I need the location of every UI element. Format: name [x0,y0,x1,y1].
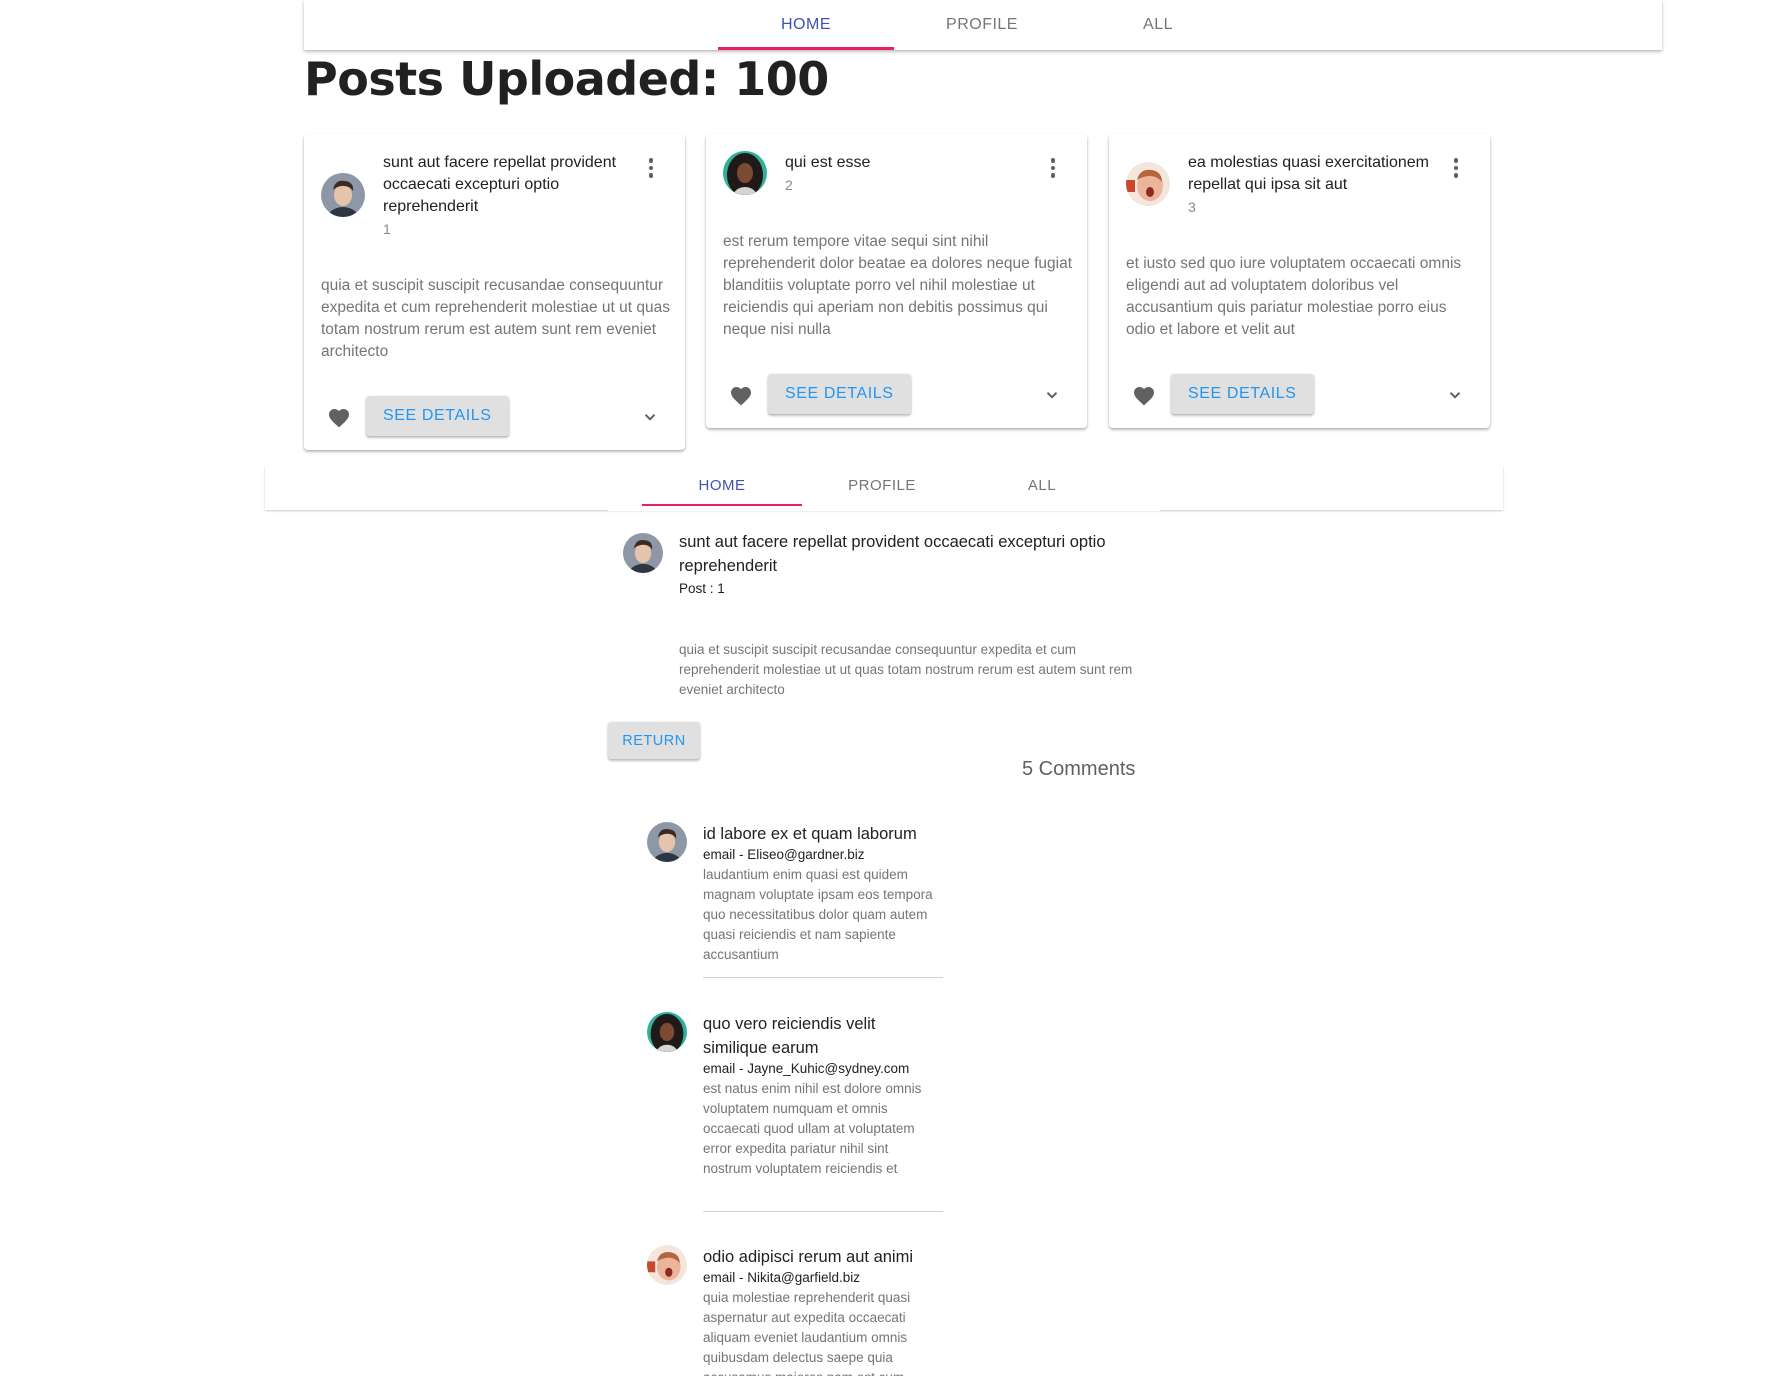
comment-body: quia molestiae reprehenderit quasi asper… [703,1290,911,1376]
tab-indicator [642,504,802,506]
post-card-3: ea molestias quasi exercitationem repell… [1109,134,1490,428]
return-button[interactable]: RETURN [608,722,700,759]
card-title-text: sunt aut facere repellat provident occae… [383,154,617,215]
chevron-down-icon[interactable] [1446,386,1464,404]
avatar-man-icon [647,822,687,862]
comment-divider [703,977,943,978]
comment-email: email - Jayne_Kuhic@sydney.com [703,1061,910,1076]
tab-indicator [718,47,894,50]
see-details-button[interactable]: SEE DETAILS [366,396,509,436]
card-title: qui est esse 2 [785,152,1030,196]
card-body: et iusto sed quo iure voluptatem occaeca… [1126,255,1462,338]
card-title: ea molestias quasi exercitationem repell… [1188,152,1433,218]
avatar-man-icon [623,533,663,573]
comment-body: est natus enim nihil est dolore omnis vo… [703,1081,922,1176]
tab-profile[interactable]: PROFILE [802,467,962,503]
see-details-button[interactable]: SEE DETAILS [1171,374,1314,414]
tab-home[interactable]: HOME [718,0,894,50]
post-card-1: sunt aut facere repellat provident occae… [304,134,685,450]
comment-name: quo vero reiciendis velit similique earu… [703,1015,876,1057]
more-vert-icon[interactable] [639,154,663,182]
comment-name: id labore ex et quam laborum [703,825,917,843]
card-actions: SEE DETAILS [304,396,685,440]
avatar-woman-icon [723,151,767,195]
tab-all[interactable]: ALL [1070,0,1246,50]
detail-body: quia et suscipit suscipit recusandae con… [679,642,1133,697]
post-card-2: qui est esse 2 est rerum tempore vitae s… [706,134,1087,428]
comment-body: laudantium enim quasi est quidem magnam … [703,867,933,962]
card-body: est rerum tempore vitae sequi sint nihil… [723,233,1073,338]
comment-email: email - Eliseo@gardner.biz [703,847,865,862]
avatar-surprised-icon [647,1245,687,1285]
card-id: 3 [1188,199,1196,215]
more-vert-icon[interactable] [1041,154,1065,182]
heart-icon[interactable] [326,406,352,430]
card-body: quia et suscipit suscipit recusandae con… [321,277,670,360]
comment-name: odio adipisci rerum aut animi [703,1248,914,1266]
chevron-down-icon[interactable] [641,408,659,426]
comment-divider [703,1211,943,1212]
card-actions: SEE DETAILS [706,374,1087,418]
tab-profile[interactable]: PROFILE [894,0,1070,50]
detail-post-number: Post : 1 [679,581,725,596]
card-actions: SEE DETAILS [1109,374,1490,418]
card-title-text: qui est esse [785,154,871,171]
page-title: Posts Uploaded: 100 [304,52,829,106]
card-id: 1 [383,221,391,237]
see-details-button[interactable]: SEE DETAILS [768,374,911,414]
card-title: sunt aut facere repellat provident occae… [383,152,628,240]
card-id: 2 [785,177,793,193]
heart-icon[interactable] [728,384,754,408]
chevron-down-icon[interactable] [1043,386,1061,404]
detail-title: sunt aut facere repellat provident occae… [679,533,1106,575]
avatar-woman-icon [647,1012,687,1052]
more-vert-icon[interactable] [1444,154,1468,182]
comment-email: email - Nikita@garfield.biz [703,1270,861,1285]
avatar-surprised-icon [1126,162,1170,206]
tab-all[interactable]: ALL [962,467,1122,503]
avatar-man-icon [321,173,365,217]
card-title-text: ea molestias quasi exercitationem repell… [1188,154,1430,193]
heart-icon[interactable] [1131,384,1157,408]
comments-count: 5 Comments [1022,758,1136,780]
tab-home[interactable]: HOME [642,467,802,503]
